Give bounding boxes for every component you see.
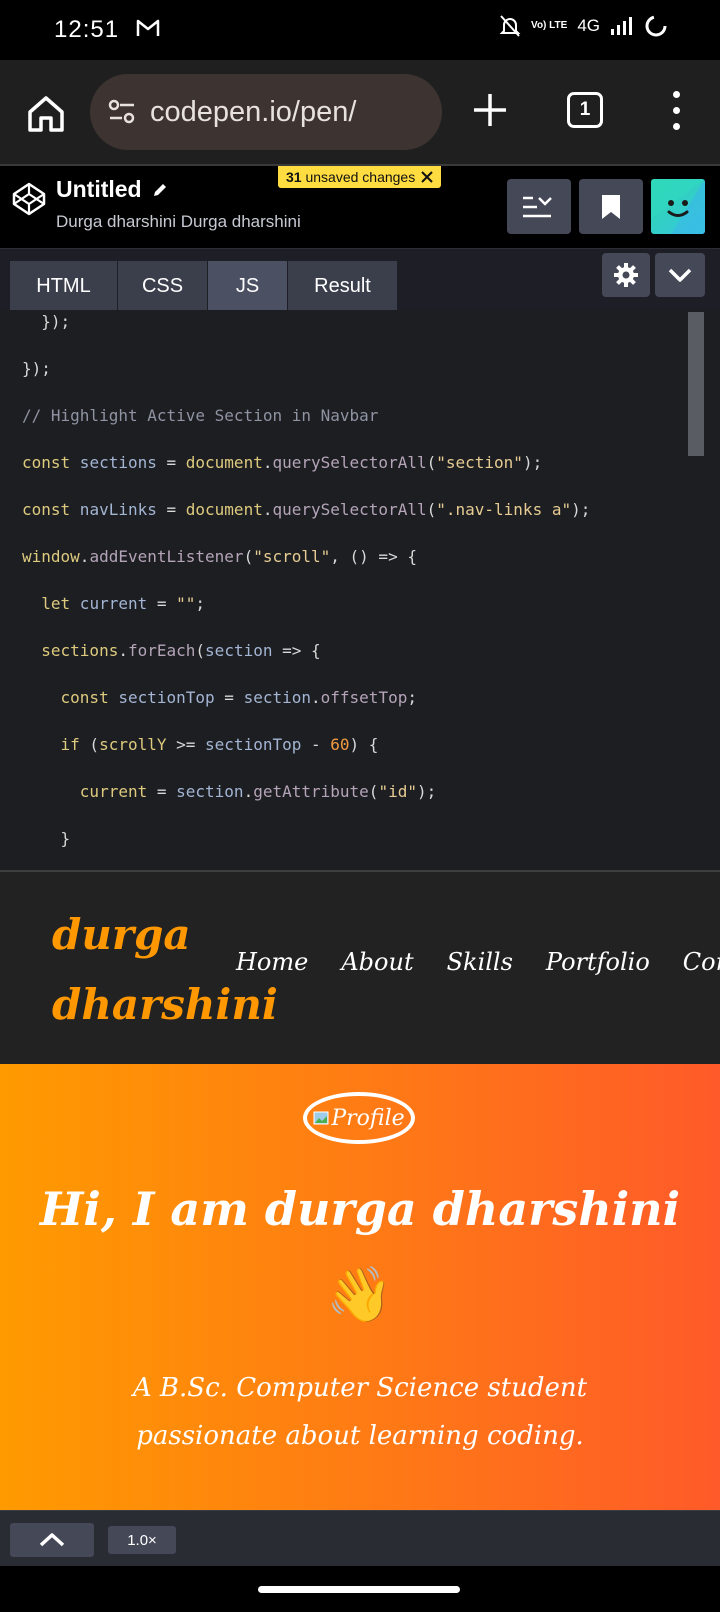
unsaved-count: 31 bbox=[286, 169, 302, 185]
unsaved-label: unsaved changes bbox=[305, 169, 416, 185]
code-line: } bbox=[22, 829, 71, 848]
pen-title[interactable]: Untitled bbox=[56, 176, 168, 203]
layout-menu-button[interactable] bbox=[507, 179, 571, 234]
gmail-icon bbox=[136, 19, 160, 36]
tab-css[interactable]: CSS bbox=[118, 261, 208, 311]
chevron-down-icon bbox=[668, 268, 692, 282]
code-line: // Highlight Active Section in Navbar bbox=[22, 406, 379, 425]
browser-toolbar: codepen.io/pen/ 1 bbox=[0, 60, 720, 166]
code-line: if (scrollY >= sectionTop - 60) { bbox=[22, 735, 379, 754]
zoom-level-button[interactable]: 1.0× bbox=[108, 1526, 176, 1554]
gear-icon bbox=[614, 263, 638, 287]
code-line: }); bbox=[22, 312, 71, 331]
status-bar: 12:51 Vo) LTE 4G bbox=[0, 0, 720, 60]
home-indicator[interactable] bbox=[258, 1586, 460, 1593]
code-line: sections.forEach(section => { bbox=[22, 641, 321, 660]
settings-button[interactable] bbox=[602, 253, 650, 297]
avatar[interactable] bbox=[651, 179, 705, 234]
codepen-header: Untitled Durga dharshini Durga dharshini… bbox=[0, 166, 720, 248]
unsaved-changes-badge[interactable]: 31 unsaved changes bbox=[278, 166, 442, 188]
code-line: const sectionTop = section.offsetTop; bbox=[22, 688, 417, 707]
pen-author[interactable]: Durga dharshini Durga dharshini bbox=[56, 212, 301, 232]
nav-link-skills[interactable]: Skills bbox=[447, 948, 513, 976]
nav-link-home[interactable]: Home bbox=[236, 948, 308, 976]
hero-subtitle: A B.Sc. Computer Science student passion… bbox=[132, 1373, 588, 1451]
loading-icon bbox=[645, 15, 667, 37]
tab-result[interactable]: Result bbox=[288, 261, 398, 311]
bookmark-icon bbox=[602, 194, 620, 219]
site-settings-icon[interactable] bbox=[106, 96, 138, 128]
profile-image: Profile bbox=[303, 1092, 415, 1144]
tab-html[interactable]: HTML bbox=[10, 261, 118, 311]
network-label: 4G bbox=[577, 16, 600, 35]
status-time: 12:51 bbox=[54, 16, 120, 43]
pen-title-text[interactable]: Untitled bbox=[56, 176, 142, 203]
code-line: current = section.getAttribute("id"); bbox=[22, 782, 437, 801]
site-navbar: durga dharshini Home About Skills Portfo… bbox=[0, 872, 720, 1064]
code-line: }); bbox=[22, 359, 51, 378]
nav-link-portfolio[interactable]: Portfolio bbox=[546, 948, 650, 976]
nav-link-about[interactable]: About bbox=[341, 948, 413, 976]
site-nav-links: Home About Skills Portfolio Contact bbox=[236, 948, 720, 976]
bookmark-button[interactable] bbox=[579, 179, 643, 234]
tab-count: 1 bbox=[579, 99, 591, 120]
mute-icon bbox=[499, 15, 521, 37]
js-code-editor[interactable]: }); }); // Highlight Active Section in N… bbox=[0, 310, 720, 870]
chevron-up-icon bbox=[39, 1533, 65, 1547]
tab-switcher-button[interactable]: 1 bbox=[567, 92, 603, 128]
status-icons: Vo) LTE 4G bbox=[499, 14, 668, 38]
browser-menu-icon[interactable] bbox=[664, 86, 688, 134]
nav-link-contact[interactable]: Contact bbox=[683, 948, 720, 976]
avatar-face-icon bbox=[651, 179, 705, 234]
lte-label: Vo) LTE bbox=[531, 20, 568, 31]
code-line: const navLinks = document.querySelectorA… bbox=[22, 500, 591, 519]
layout-menu-icon bbox=[523, 196, 552, 217]
code-line: window.addEventListener("scroll", () => … bbox=[22, 547, 417, 566]
url-text[interactable]: codepen.io/pen/ bbox=[150, 96, 356, 129]
editor-bottom-bar: 1.0× bbox=[0, 1510, 720, 1566]
expand-console-button[interactable] bbox=[10, 1523, 94, 1557]
waving-hand-emoji: 👋 bbox=[326, 1265, 394, 1325]
editor-tabs: HTML CSS JS Result bbox=[0, 248, 720, 311]
code-line: const sections = document.querySelectorA… bbox=[22, 453, 543, 472]
edit-pencil-icon[interactable] bbox=[152, 182, 168, 198]
collapse-button[interactable] bbox=[655, 253, 705, 297]
hero-title: Hi, I am durga dharshini bbox=[39, 1182, 681, 1236]
editor-scrollbar[interactable] bbox=[688, 312, 704, 456]
hero-section: Profile Hi, I am durga dharshini 👋 A B.S… bbox=[0, 1064, 720, 1510]
close-icon[interactable] bbox=[421, 171, 433, 183]
home-icon[interactable] bbox=[22, 90, 70, 138]
signal-icon bbox=[611, 17, 632, 35]
codepen-logo-icon[interactable] bbox=[12, 182, 46, 216]
address-bar[interactable]: codepen.io/pen/ bbox=[90, 74, 442, 150]
broken-image-icon bbox=[313, 1111, 329, 1125]
result-preview: durga dharshini Home About Skills Portfo… bbox=[0, 870, 720, 1510]
system-nav-bar bbox=[0, 1566, 720, 1612]
code-line: let current = ""; bbox=[22, 594, 206, 613]
tab-js[interactable]: JS bbox=[208, 261, 288, 311]
new-tab-icon[interactable] bbox=[468, 88, 512, 132]
